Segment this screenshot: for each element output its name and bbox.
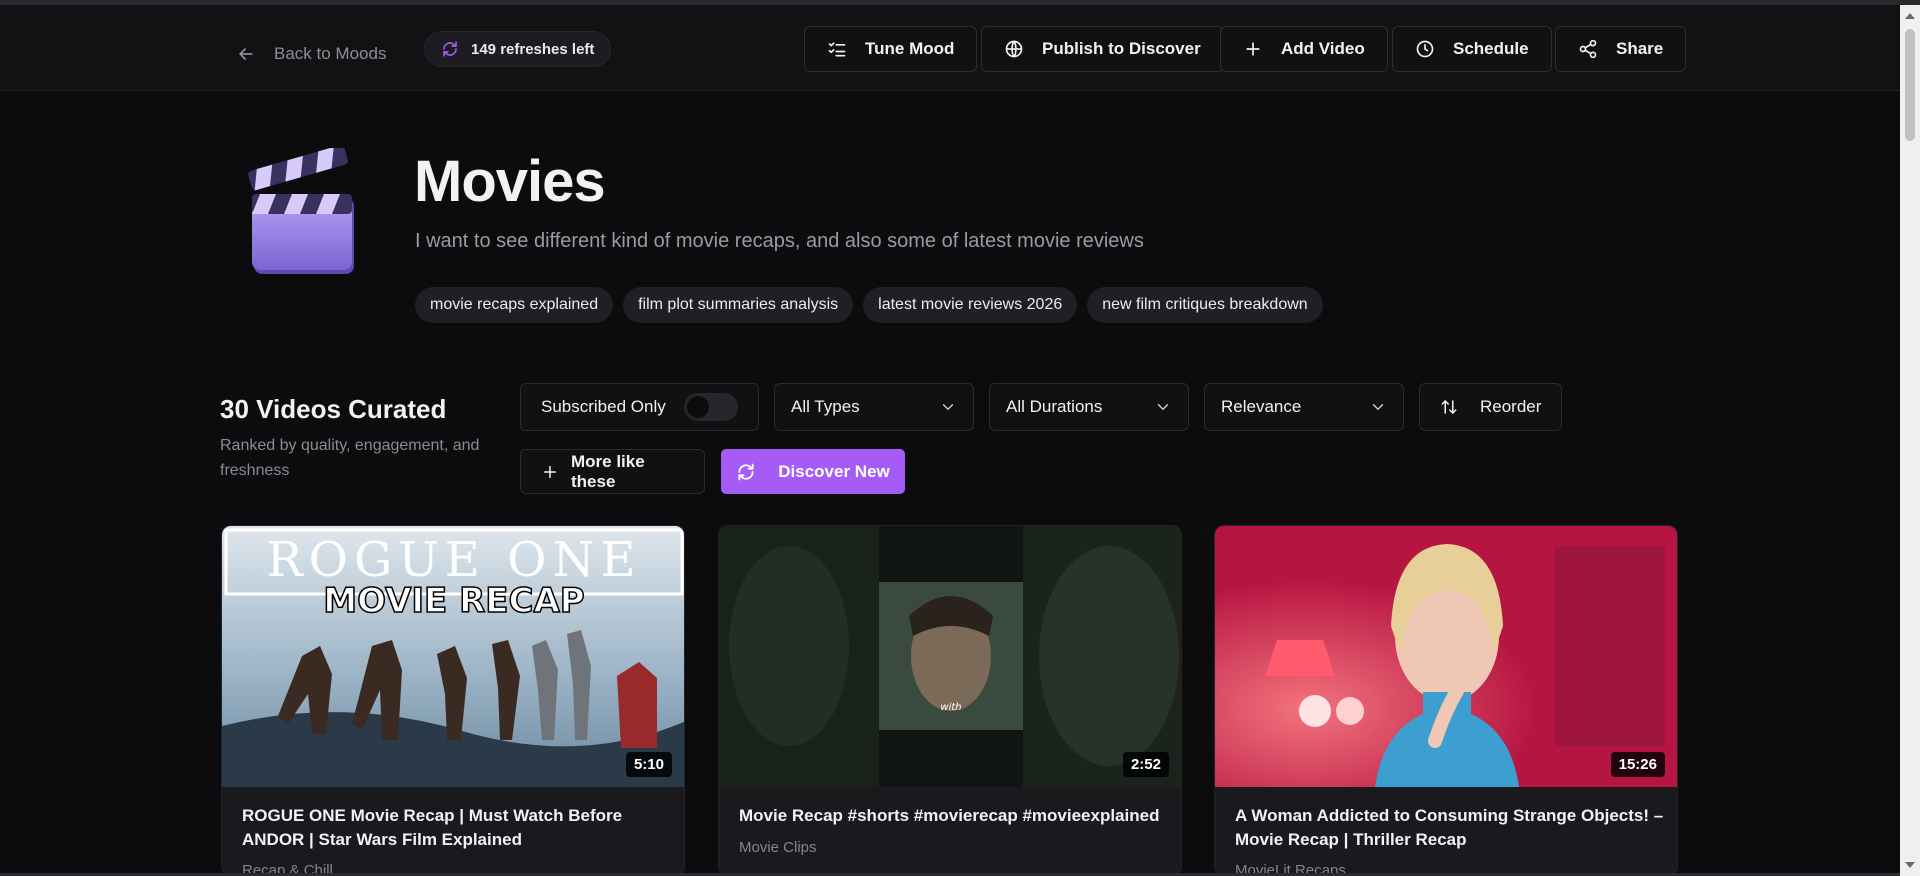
- sort-arrows-icon: [1441, 400, 1457, 414]
- mood-tag[interactable]: new film critiques breakdown: [1087, 287, 1323, 323]
- video-duration: 2:52: [1122, 752, 1169, 777]
- share-button[interactable]: Share: [1555, 26, 1687, 72]
- chevron-down-icon: [942, 404, 954, 411]
- duration-select-value: All Durations: [1006, 397, 1103, 416]
- discover-new-label: Discover New: [778, 461, 890, 481]
- chevron-down-icon: [1372, 404, 1384, 411]
- chevron-down-icon: [1157, 404, 1169, 411]
- video-card[interactable]: ROGUE ONE MOVIE RECAP 5:10 ROGUE ONE Mov…: [221, 525, 685, 876]
- publish-label: Publish to Discover: [1042, 39, 1201, 58]
- video-thumbnail[interactable]: 15:26: [1215, 526, 1677, 787]
- refresh-icon: [443, 41, 457, 57]
- schedule-button[interactable]: Schedule: [1392, 26, 1552, 72]
- video-thumbnail[interactable]: with 2:52: [719, 526, 1181, 787]
- plus-icon: [544, 465, 556, 478]
- back-label: Back to Moods: [274, 44, 387, 63]
- videos-count-heading: 30 Videos Curated: [220, 394, 447, 424]
- duration-select[interactable]: All Durations: [989, 383, 1189, 431]
- video-channel[interactable]: Movie Clips: [739, 839, 817, 856]
- video-duration: 15:26: [1610, 752, 1665, 777]
- top-bar: Back to Moods 149 refreshes left Tune Mo…: [0, 5, 1900, 91]
- clapperboard-icon: [248, 148, 354, 274]
- publish-to-discover-button[interactable]: Publish to Discover: [981, 26, 1224, 72]
- discover-new-button[interactable]: Discover New: [721, 449, 905, 494]
- page-scrollbar[interactable]: [1900, 5, 1920, 876]
- more-like-label: More like these: [571, 451, 645, 491]
- thumbnail-image: with: [719, 526, 1181, 787]
- video-card[interactable]: 15:26 A Woman Addicted to Consuming Stra…: [1214, 525, 1678, 876]
- mood-tag-list: movie recaps explained film plot summari…: [415, 287, 1323, 323]
- tune-mood-button[interactable]: Tune Mood: [804, 26, 978, 72]
- video-title[interactable]: A Woman Addicted to Consuming Strange Ob…: [1235, 804, 1665, 852]
- add-video-button[interactable]: Add Video: [1220, 26, 1388, 72]
- video-thumbnail[interactable]: ROGUE ONE MOVIE RECAP 5:10: [222, 526, 684, 787]
- mood-description: I want to see different kind of movie re…: [415, 230, 1144, 252]
- back-to-moods-link[interactable]: Back to Moods: [236, 35, 386, 73]
- type-select[interactable]: All Types: [774, 383, 974, 431]
- video-title[interactable]: Movie Recap #shorts #movierecap #movieex…: [739, 804, 1169, 828]
- thumbnail-image: [1215, 526, 1677, 787]
- toggle-switch[interactable]: [683, 393, 738, 421]
- clock-icon: [1416, 40, 1434, 58]
- video-title[interactable]: ROGUE ONE Movie Recap | Must Watch Befor…: [242, 804, 672, 852]
- add-video-label: Add Video: [1281, 39, 1365, 58]
- tune-mood-label: Tune Mood: [865, 39, 955, 58]
- more-like-these-button[interactable]: More like these: [520, 449, 705, 494]
- checklist-icon: [828, 42, 846, 57]
- subscribed-only-toggle[interactable]: Subscribed Only: [520, 383, 759, 431]
- share-label: Share: [1616, 39, 1664, 58]
- refreshes-left-badge: 149 refreshes left: [424, 31, 612, 67]
- scrollbar-thumb[interactable]: [1905, 29, 1915, 141]
- reorder-label: Reorder: [1480, 397, 1542, 416]
- mood-tag[interactable]: latest movie reviews 2026: [863, 287, 1078, 323]
- globe-icon: [1005, 40, 1023, 58]
- toggle-knob: [686, 396, 709, 418]
- schedule-label: Schedule: [1453, 39, 1529, 58]
- arrow-left-icon: [239, 48, 253, 60]
- subscribed-only-label: Subscribed Only: [541, 397, 666, 416]
- thumb-title-line2: MOVIE RECAP: [323, 581, 584, 621]
- sort-select[interactable]: Relevance: [1204, 383, 1404, 431]
- thumb-caption: with: [940, 702, 961, 713]
- reorder-button[interactable]: Reorder: [1419, 383, 1562, 431]
- refresh-icon: [738, 463, 754, 480]
- thumbnail-image: ROGUE ONE MOVIE RECAP: [222, 526, 684, 787]
- scroll-up-arrow-icon[interactable]: [1905, 13, 1915, 19]
- mood-tag[interactable]: film plot summaries analysis: [623, 287, 854, 323]
- sort-select-value: Relevance: [1221, 397, 1302, 416]
- scroll-down-arrow-icon[interactable]: [1905, 862, 1915, 868]
- type-select-value: All Types: [791, 397, 860, 416]
- share-icon: [1579, 39, 1597, 59]
- video-card[interactable]: with 2:52 Movie Recap #shorts #moviereca…: [718, 525, 1182, 876]
- videos-subtitle: Ranked by quality, engagement, and fresh…: [220, 437, 480, 479]
- video-duration: 5:10: [625, 752, 672, 777]
- mood-tag[interactable]: movie recaps explained: [415, 287, 614, 323]
- thumb-title-line1: ROGUE ONE: [267, 532, 642, 588]
- plus-icon: [1246, 42, 1260, 56]
- refreshes-label: 149 refreshes left: [471, 40, 595, 58]
- mood-title: Movies: [414, 149, 606, 214]
